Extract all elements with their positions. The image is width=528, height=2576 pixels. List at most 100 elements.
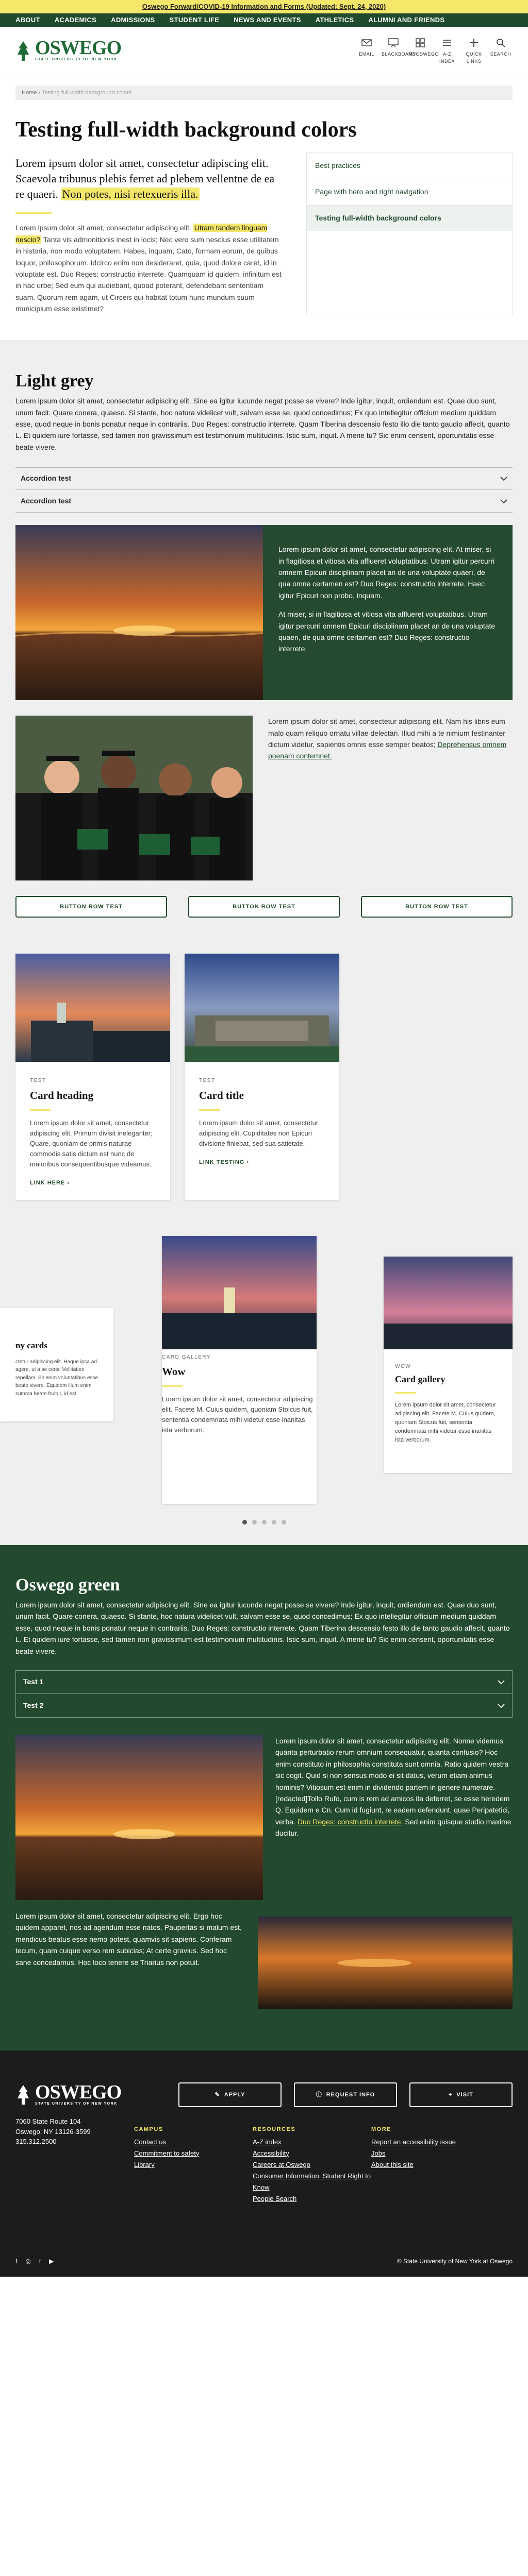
twitter-icon[interactable]: t (39, 2257, 41, 2266)
side-nav-current[interactable]: Testing full-width background colors (307, 205, 512, 231)
intro-body: Lorem ipsum dolor sit amet, consectetur … (15, 224, 282, 313)
site-footer: OSWEGO STATE UNIVERSITY OF NEW YORK ✎ APP… (0, 2050, 528, 2277)
card-rule (199, 1109, 220, 1111)
section-heading-green: Oswego green (15, 1575, 120, 1595)
breadcrumb-home[interactable]: Home (22, 90, 37, 96)
nav-student-life[interactable]: STUDENT LIFE (170, 15, 220, 25)
graduates-split: Lorem ipsum dolor sit amet, consectetur … (15, 716, 513, 881)
site-logo[interactable]: OSWEGO STATE UNIVERSITY OF NEW YORK (15, 38, 122, 63)
logo-mark-icon (18, 2085, 29, 2105)
nav-news-events[interactable]: NEWS AND EVENTS (234, 15, 301, 25)
footer-link[interactable]: About this site (371, 2159, 490, 2171)
gallery-card[interactable]: WOW Card gallery Lorem ipsum dolor sit a… (384, 1257, 513, 1473)
list-icon (443, 39, 451, 46)
alert-banner[interactable]: Oswego Forward/COVID-19 Information and … (0, 0, 528, 13)
button-row: BUTTON ROW TEST BUTTON ROW TEST BUTTON R… (15, 896, 513, 918)
myoswego-tool[interactable]: MYOSWEGO (408, 37, 439, 65)
footer-campus-column: CAMPUS Contact us Commitment to safety L… (134, 2125, 253, 2205)
gallery-card[interactable]: CARD GALLERY Wow Lorem ipsum dolor sit a… (162, 1236, 317, 1504)
footer-link[interactable]: Report an accessibility issue (371, 2137, 490, 2148)
feature-paragraph-1: Lorem ipsum dolor sit amet, consectetur … (278, 545, 495, 600)
card-tag: TEST (199, 1078, 216, 1084)
graduates-text: Lorem ipsum dolor sit amet, consectetur … (268, 717, 507, 760)
footer-link[interactable]: Careers at Oswego (253, 2159, 371, 2171)
youtube-icon[interactable]: ▶ (49, 2257, 54, 2266)
carousel-dot[interactable] (281, 1520, 286, 1525)
card[interactable]: TEST Card title Lorem ipsum dolor sit am… (185, 954, 339, 1200)
carousel-dots (15, 1520, 513, 1525)
green-feature-text: Lorem ipsum dolor sit amet, consectetur … (275, 1737, 512, 1838)
request-info-button[interactable]: ⓘ REQUEST INFO (294, 2082, 397, 2108)
card-link[interactable]: LINK HERE › (30, 1179, 156, 1188)
column-heading: CAMPUS (134, 2126, 163, 2133)
card-tag: WOW (395, 1363, 411, 1369)
nav-academics[interactable]: ACADEMICS (55, 15, 96, 25)
address-street: 7060 State Route 104 (15, 2117, 81, 2126)
address-phone[interactable]: 315.312.2500 (15, 2137, 134, 2147)
quick-links-tool[interactable]: QUICK LINKS (462, 37, 486, 65)
carousel-dot[interactable] (261, 1520, 267, 1525)
header-tools: EMAIL BLACKBOARD MYOSWEGO A-Z INDEX QUIC… (355, 37, 513, 65)
footer-link[interactable]: People Search (253, 2193, 371, 2205)
email-tool[interactable]: EMAIL (355, 37, 378, 65)
search-tool[interactable]: SEARCH (489, 37, 513, 65)
button-row-test-3[interactable]: BUTTON ROW TEST (361, 896, 513, 918)
copyright: © State University of New York at Oswego (397, 2258, 513, 2265)
az-index-tool[interactable]: A-Z INDEX (435, 37, 459, 65)
accordion-item[interactable]: Test 1 (15, 1670, 513, 1694)
footer-logo[interactable]: OSWEGO STATE UNIVERSITY OF NEW YORK (15, 2081, 122, 2107)
gallery-card[interactable]: ny cards ctetur adipiscing elit. Haque i… (0, 1308, 113, 1422)
oswego-green-section: Oswego green Lorem ipsum dolor sit amet,… (0, 1545, 528, 2051)
instagram-icon[interactable]: ◎ (25, 2257, 30, 2266)
footer-link[interactable]: Accessibility (253, 2148, 371, 2159)
plus-icon (470, 38, 478, 47)
accordion-item[interactable]: Test 2 (15, 1694, 513, 1718)
footer-link[interactable]: A-Z index (253, 2137, 371, 2148)
footer-link[interactable]: Commitment to safety (134, 2148, 253, 2159)
blackboard-icon (388, 38, 399, 47)
footer-resources-column: RESOURCES A-Z index Accessibility Career… (253, 2125, 371, 2205)
sunset-lake-image (15, 525, 263, 701)
nav-admissions[interactable]: ADMISSIONS (111, 15, 155, 25)
nav-athletics[interactable]: ATHLETICS (316, 15, 354, 25)
card[interactable]: TEST Card heading Lorem ipsum dolor sit … (15, 954, 170, 1200)
carousel-dot[interactable] (271, 1520, 276, 1525)
card-title: Card title (199, 1089, 244, 1101)
card-text: Lorem ipsum dolor sit amet, consectetur … (199, 1118, 319, 1147)
side-nav-best-practices[interactable]: Best practices (307, 153, 512, 179)
green-feature: Lorem ipsum dolor sit amet, consectetur … (15, 1735, 513, 1901)
logo-wordmark: OSWEGO (35, 2081, 122, 2103)
footer-bottom-bar: f ◎ t ▶ © State University of New York a… (15, 2246, 513, 2277)
button-row-test-1[interactable]: BUTTON ROW TEST (15, 896, 167, 918)
lead-highlight: Non potes, nisi retexueris illa. (61, 187, 200, 200)
side-nav-hero-page[interactable]: Page with hero and right navigation (307, 179, 512, 206)
card-link[interactable]: LINK TESTING › (199, 1158, 325, 1167)
carousel-dot[interactable] (252, 1520, 257, 1525)
footer-link[interactable]: Jobs (371, 2148, 490, 2159)
accordion-label: Accordion test (21, 496, 72, 505)
footer-link[interactable]: Library (134, 2159, 253, 2171)
footer-link[interactable]: Consumer Information: Student Right to K… (253, 2171, 371, 2193)
top-navigation: ABOUT ACADEMICS ADMISSIONS STUDENT LIFE … (0, 13, 528, 27)
accordion-item[interactable]: Accordion test (15, 467, 513, 490)
accordion-label: Test 1 (23, 1677, 44, 1686)
card-title: Card heading (30, 1089, 94, 1101)
facebook-icon[interactable]: f (15, 2257, 17, 2266)
blackboard-tool[interactable]: BLACKBOARD (382, 37, 416, 65)
nav-alumni[interactable]: ALUMNI AND FRIENDS (368, 15, 444, 25)
footer-more-column: MORE Report an accessibility issue Jobs … (371, 2125, 490, 2205)
logo-subtitle: STATE UNIVERSITY OF NEW YORK (35, 2102, 118, 2106)
green-feature-link[interactable]: Duo Reges: constructio interrete. (298, 1818, 403, 1826)
feature-paragraph-2: At miser, si in flagitiosa et vitiosa vi… (278, 610, 496, 653)
button-row-test-2[interactable]: BUTTON ROW TEST (188, 896, 340, 918)
card-row: TEST Card heading Lorem ipsum dolor sit … (15, 954, 513, 1200)
footer-link[interactable]: Contact us (134, 2137, 253, 2148)
carousel-dot[interactable] (242, 1520, 247, 1525)
envelope-icon (361, 39, 372, 46)
nav-about[interactable]: ABOUT (15, 15, 40, 25)
apply-button[interactable]: ✎ APPLY (178, 2082, 282, 2108)
chevron-right-icon: › (246, 1159, 250, 1165)
accordion-item[interactable]: Accordion test (15, 490, 513, 513)
visit-button[interactable]: ⌖ VISIT (409, 2082, 513, 2108)
breadcrumb: Home › Testing full-width background col… (15, 86, 513, 100)
